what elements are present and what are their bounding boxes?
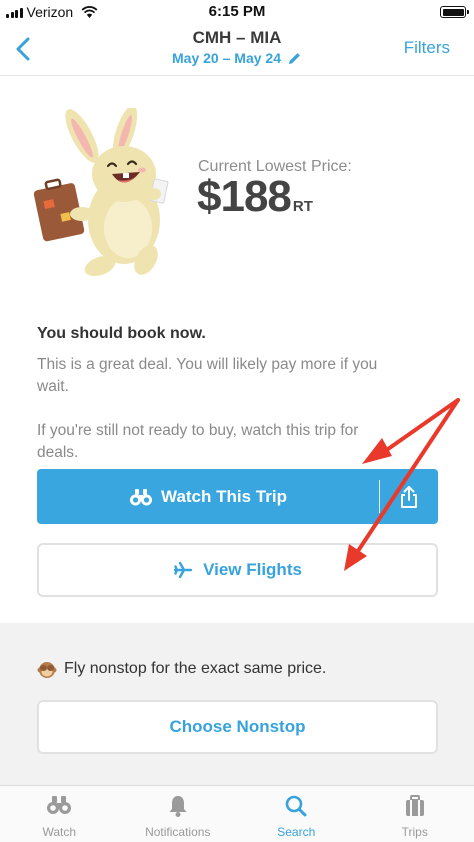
status-bar: Verizon 6:15 PM (0, 0, 474, 24)
pencil-icon (288, 52, 300, 64)
tab-label: Watch (42, 825, 77, 839)
see-no-evil-monkey-icon (37, 662, 57, 678)
battery-icon (440, 6, 469, 18)
price-suffix: RT (292, 198, 313, 215)
view-flights-button[interactable]: View Flights (37, 543, 438, 597)
button-divider (379, 480, 380, 513)
tab-watch[interactable]: Watch (0, 786, 119, 842)
trip-dates-label: May 20 – May 24 (172, 50, 281, 66)
tab-trips[interactable]: Trips (356, 786, 474, 842)
tab-label: Notifications (145, 825, 211, 839)
advice-heading: You should book now. (37, 325, 206, 342)
bunny-mascot-illustration (33, 108, 169, 277)
price-amount: $188 (197, 172, 292, 221)
watch-trip-label: Watch This Trip (161, 486, 287, 506)
watch-hint: If you're still not ready to buy, watch … (37, 422, 359, 461)
advice-body: This is a great deal. You will likely pa… (37, 356, 378, 395)
nonstop-suggestion: Fly nonstop for the exact same price. Ch… (0, 623, 474, 785)
share-icon[interactable] (392, 483, 426, 511)
binoculars-icon (130, 488, 153, 505)
tab-label: Search (277, 825, 316, 839)
search-icon (285, 795, 307, 817)
nonstop-message: Fly nonstop for the exact same price. (64, 660, 327, 677)
status-time: 6:15 PM (208, 3, 266, 20)
current-price: $188 RT (197, 172, 313, 222)
tab-bar: Watch Notifications Search Trips (0, 785, 474, 842)
view-flights-label: View Flights (203, 560, 302, 579)
watch-trip-button[interactable]: Watch This Trip (37, 469, 379, 524)
airplane-icon (173, 561, 193, 579)
watch-trip-button-group: Watch This Trip (37, 469, 438, 524)
suitcase-icon (405, 795, 424, 816)
bell-icon (169, 796, 187, 817)
tab-label: Trips (401, 825, 428, 839)
filters-button[interactable]: Filters (404, 38, 450, 58)
tab-search[interactable]: Search (237, 786, 356, 842)
tab-notifications[interactable]: Notifications (119, 786, 238, 842)
choose-nonstop-button[interactable]: Choose Nonstop (37, 700, 438, 754)
binoculars-icon (47, 796, 72, 814)
nav-bar: CMH – MIA May 20 – May 24 Filters (0, 24, 474, 76)
